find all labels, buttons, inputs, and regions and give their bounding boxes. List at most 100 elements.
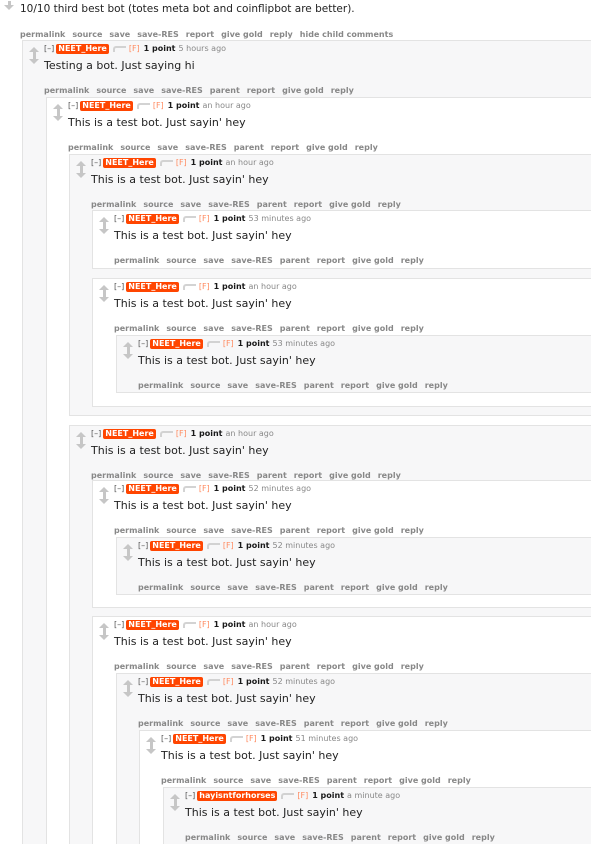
author-link[interactable]: hayisntforhorses: [197, 791, 278, 801]
save-res-link[interactable]: save-RES: [231, 324, 273, 333]
reply-link[interactable]: reply: [355, 143, 378, 152]
author-link[interactable]: NEET_Here: [150, 677, 203, 687]
collapse-toggle[interactable]: [–]: [114, 620, 124, 629]
collapse-toggle[interactable]: [–]: [114, 484, 124, 493]
save-link[interactable]: save: [203, 324, 224, 333]
give-gold-link[interactable]: give gold: [329, 200, 371, 209]
save-res-link[interactable]: save-RES: [255, 583, 297, 592]
permalink-link[interactable]: permalink: [161, 776, 206, 785]
give-gold-link[interactable]: give gold: [399, 776, 441, 785]
report-link[interactable]: report: [317, 526, 345, 535]
parent-link[interactable]: parent: [280, 662, 310, 671]
author-link[interactable]: NEET_Here: [126, 620, 179, 630]
save-res-link[interactable]: save-RES: [231, 662, 273, 671]
author-link[interactable]: NEET_Here: [103, 429, 156, 439]
permalink-link[interactable]: permalink: [185, 833, 230, 842]
reply-link[interactable]: reply: [425, 719, 448, 728]
reply-link[interactable]: reply: [331, 86, 354, 95]
author-link[interactable]: NEET_Here: [150, 339, 203, 349]
upvote-arrow-icon[interactable]: [123, 544, 133, 553]
source-link[interactable]: source: [190, 719, 220, 728]
reply-link[interactable]: reply: [425, 381, 448, 390]
give-gold-link[interactable]: give gold: [352, 324, 394, 333]
report-link[interactable]: report: [388, 833, 416, 842]
reply-link[interactable]: reply: [401, 256, 424, 265]
reply-link[interactable]: reply: [401, 526, 424, 535]
give-gold-link[interactable]: give gold: [376, 719, 418, 728]
upvote-arrow-icon[interactable]: [123, 342, 133, 351]
upvote-arrow-icon[interactable]: [123, 680, 133, 689]
permalink-link[interactable]: permalink: [91, 200, 136, 209]
permalink-link[interactable]: permalink: [114, 256, 159, 265]
source-link[interactable]: source: [166, 324, 196, 333]
upvote-arrow-icon[interactable]: [99, 623, 109, 632]
collapse-toggle[interactable]: [–]: [68, 101, 78, 110]
source-link[interactable]: source: [96, 86, 126, 95]
reply-link[interactable]: reply: [425, 583, 448, 592]
permalink-link[interactable]: permalink: [114, 526, 159, 535]
save-res-link[interactable]: save-RES: [231, 526, 273, 535]
upvote-arrow-icon[interactable]: [53, 104, 63, 113]
upvote-arrow-icon[interactable]: [99, 285, 109, 294]
report-link[interactable]: report: [294, 200, 322, 209]
save-link[interactable]: save: [133, 86, 154, 95]
give-gold-link[interactable]: give gold: [329, 471, 371, 480]
report-link[interactable]: report: [341, 583, 369, 592]
author-link[interactable]: NEET_Here: [126, 484, 179, 494]
report-link[interactable]: report: [317, 662, 345, 671]
reply-link[interactable]: reply: [401, 324, 424, 333]
parent-link[interactable]: parent: [234, 143, 264, 152]
give-gold-link[interactable]: give gold: [376, 583, 418, 592]
save-link[interactable]: save: [180, 471, 201, 480]
collapse-toggle[interactable]: [–]: [114, 282, 124, 291]
source-link[interactable]: source: [190, 583, 220, 592]
report-link[interactable]: report: [317, 256, 345, 265]
save-res-link[interactable]: save-RES: [161, 86, 203, 95]
permalink-link[interactable]: permalink: [68, 143, 113, 152]
collapse-toggle[interactable]: [–]: [44, 44, 54, 53]
source-link[interactable]: source: [213, 776, 243, 785]
downvote-arrow-icon[interactable]: [123, 350, 133, 359]
collapse-toggle[interactable]: [–]: [91, 158, 101, 167]
permalink-link[interactable]: permalink: [138, 381, 183, 390]
give-gold-link[interactable]: give gold: [221, 30, 263, 39]
hide-child-comments-link[interactable]: hide child comments: [300, 30, 393, 39]
author-link[interactable]: NEET_Here: [150, 541, 203, 551]
downvote-arrow-icon[interactable]: [76, 440, 86, 449]
save-res-link[interactable]: save-RES: [137, 30, 179, 39]
author-link[interactable]: NEET_Here: [103, 158, 156, 168]
save-link[interactable]: save: [180, 200, 201, 209]
source-link[interactable]: source: [166, 526, 196, 535]
source-link[interactable]: source: [143, 471, 173, 480]
downvote-arrow-icon[interactable]: [99, 631, 109, 640]
collapse-toggle[interactable]: [–]: [161, 734, 171, 743]
source-link[interactable]: source: [72, 30, 102, 39]
save-link[interactable]: save: [203, 256, 224, 265]
source-link[interactable]: source: [190, 381, 220, 390]
save-res-link[interactable]: save-RES: [185, 143, 227, 152]
parent-link[interactable]: parent: [280, 324, 310, 333]
collapse-toggle[interactable]: [–]: [138, 339, 148, 348]
downvote-arrow-icon[interactable]: [99, 293, 109, 302]
downvote-arrow-icon[interactable]: [29, 55, 39, 64]
save-link[interactable]: save: [157, 143, 178, 152]
report-link[interactable]: report: [341, 719, 369, 728]
report-link[interactable]: report: [247, 86, 275, 95]
downvote-arrow-icon[interactable]: [99, 495, 109, 504]
downvote-arrow-icon[interactable]: [53, 112, 63, 121]
report-link[interactable]: report: [271, 143, 299, 152]
parent-link[interactable]: parent: [304, 719, 334, 728]
permalink-link[interactable]: permalink: [138, 583, 183, 592]
save-link[interactable]: save: [109, 30, 130, 39]
upvote-arrow-icon[interactable]: [146, 737, 156, 746]
save-res-link[interactable]: save-RES: [255, 719, 297, 728]
downvote-arrow-icon[interactable]: [170, 802, 180, 811]
author-link[interactable]: NEET_Here: [56, 44, 109, 54]
permalink-link[interactable]: permalink: [91, 471, 136, 480]
reply-link[interactable]: reply: [378, 471, 401, 480]
give-gold-link[interactable]: give gold: [306, 143, 348, 152]
save-res-link[interactable]: save-RES: [208, 200, 250, 209]
give-gold-link[interactable]: give gold: [352, 662, 394, 671]
reply-link[interactable]: reply: [448, 776, 471, 785]
source-link[interactable]: source: [166, 662, 196, 671]
